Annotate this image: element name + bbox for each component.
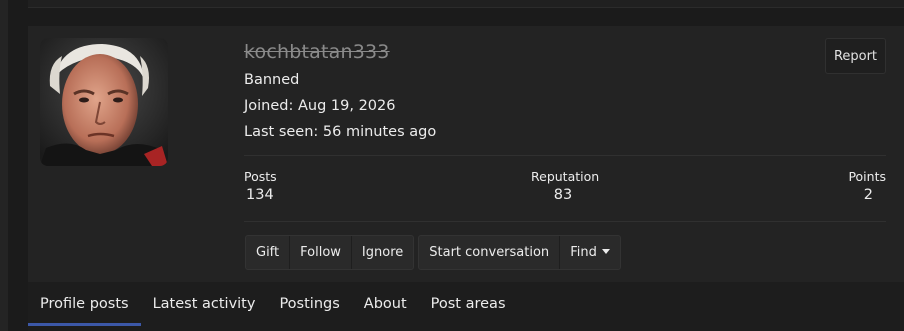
- user-status: Banned: [244, 72, 300, 88]
- tab-post-areas[interactable]: Post areas: [419, 282, 518, 326]
- ignore-button[interactable]: Ignore: [352, 236, 413, 269]
- report-button[interactable]: Report: [825, 38, 886, 74]
- avatar-photo: [40, 38, 168, 166]
- find-label: Find: [570, 245, 597, 260]
- tab-latest-activity[interactable]: Latest activity: [141, 282, 268, 326]
- stat-label: Reputation: [531, 169, 600, 184]
- stat-value: 83: [553, 187, 573, 203]
- tab-profile-posts[interactable]: Profile posts: [28, 282, 141, 326]
- previous-panel: [28, 0, 904, 8]
- stat-reputation[interactable]: Reputation 83: [531, 169, 600, 203]
- username[interactable]: kochbtatan333: [244, 41, 390, 63]
- start-conversation-button[interactable]: Start conversation: [419, 236, 561, 269]
- joined-date: Joined: Aug 19, 2026: [244, 98, 396, 114]
- tab-postings[interactable]: Postings: [267, 282, 351, 326]
- avatar[interactable]: [40, 38, 168, 166]
- stat-label: Posts: [244, 169, 277, 184]
- action-group: Gift Follow Ignore: [245, 235, 415, 270]
- action-group: Start conversation Find: [418, 235, 621, 270]
- stat-value: 134: [246, 187, 274, 203]
- stat-label: Points: [848, 169, 886, 184]
- sidebar-edge: [0, 0, 8, 331]
- follow-button[interactable]: Follow: [290, 236, 352, 269]
- caret-down-icon: [601, 249, 610, 254]
- stat-posts[interactable]: Posts 134: [244, 169, 277, 203]
- last-seen: Last seen: 56 minutes ago: [244, 124, 437, 140]
- gift-button[interactable]: Gift: [246, 236, 291, 269]
- find-menu-button[interactable]: Find: [560, 236, 620, 269]
- divider: [244, 221, 886, 222]
- divider: [244, 155, 886, 156]
- profile-actions: Gift Follow Ignore Start conversation Fi…: [245, 235, 621, 270]
- stat-points[interactable]: Points 2: [836, 169, 886, 203]
- stat-value: 2: [863, 187, 873, 203]
- tab-about[interactable]: About: [352, 282, 419, 326]
- profile-tabs: Profile posts Latest activity Postings A…: [28, 282, 904, 331]
- member-profile-page: kochbtatan333 Banned Joined: Aug 19, 202…: [0, 0, 904, 331]
